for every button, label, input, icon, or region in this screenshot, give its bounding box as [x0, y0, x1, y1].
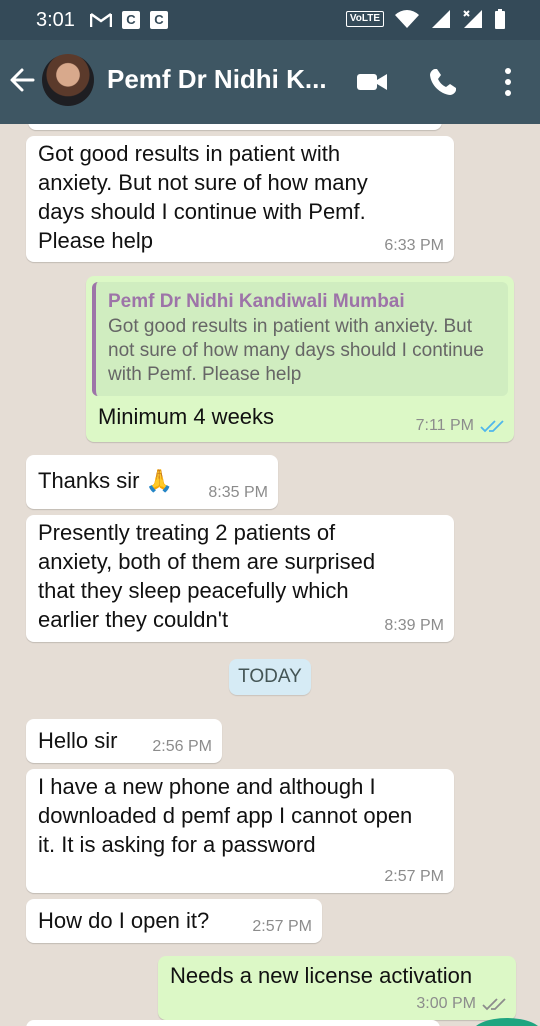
message-text: Needs a new license activation — [170, 963, 473, 988]
message-bubble-incoming[interactable]: Thanks sir 🙏 8:35 PM — [26, 455, 278, 509]
avatar[interactable] — [42, 54, 94, 106]
message-time: 2:57 PM — [384, 868, 444, 885]
video-call-icon[interactable] — [355, 65, 389, 99]
message-bubble-outgoing[interactable]: Needs a new license activation 3:00 PM — [158, 956, 516, 1020]
chat-header: Pemf Dr Nidhi K... — [0, 40, 540, 124]
message-bubble-incoming[interactable]: How do I open it? 2:57 PM — [26, 899, 322, 943]
message-text: Got good results in patient with anxiety… — [38, 141, 368, 253]
message-time: 7:11 PM — [415, 417, 474, 434]
message-time: 2:57 PM — [252, 918, 312, 935]
message-time: 3:00 PM — [416, 995, 476, 1012]
message-time: 8:39 PM — [384, 617, 444, 634]
message-time: 8:35 PM — [208, 484, 268, 501]
message-text: Presently treating 2 patients of anxiety… — [38, 520, 376, 632]
read-ticks-icon — [480, 420, 504, 433]
message-bubble-incoming[interactable]: I have a new phone and although I downlo… — [26, 769, 454, 893]
message-bubble-incoming[interactable]: Presently treating 2 patients of anxiety… — [26, 515, 454, 642]
message-text: Hello sir — [38, 728, 118, 753]
quoted-message[interactable]: Pemf Dr Nidhi Kandiwali Mumbai Got good … — [92, 282, 508, 396]
wifi-icon — [395, 10, 419, 28]
battery-icon — [495, 9, 505, 29]
volte-badge: VoLTE — [345, 11, 384, 27]
message-text: How do I open it? — [38, 908, 210, 933]
date-divider: TODAY — [229, 659, 311, 695]
back-arrow-icon[interactable] — [8, 66, 36, 94]
message-bubble-outgoing[interactable]: Pemf Dr Nidhi Kandiwali Mumbai Got good … — [86, 276, 514, 442]
c-icon: C — [122, 11, 140, 29]
delivered-ticks-icon — [482, 998, 506, 1011]
phone-call-icon[interactable] — [426, 65, 460, 99]
c-icon: C — [150, 11, 168, 29]
quoted-sender: Pemf Dr Nidhi Kandiwali Mumbai — [108, 291, 405, 312]
status-time: 3:01 — [36, 9, 75, 31]
message-bubble-partial — [28, 124, 442, 130]
gmail-icon — [90, 12, 112, 27]
status-left-icons: C C — [90, 11, 168, 29]
message-list[interactable]: Got good results in patient with anxiety… — [0, 124, 540, 1026]
message-bubble-incoming[interactable]: Got good results in patient with anxiety… — [26, 136, 454, 262]
message-time: 2:56 PM — [152, 738, 212, 755]
signal-icon — [432, 10, 450, 28]
message-bubble-incoming[interactable]: Hello sir 2:56 PM — [26, 719, 222, 763]
message-text: I have a new phone and although I downlo… — [38, 774, 413, 857]
contact-name[interactable]: Pemf Dr Nidhi K... — [107, 64, 327, 95]
message-text: Thanks sir 🙏 — [38, 468, 173, 493]
message-text: Minimum 4 weeks — [98, 404, 275, 429]
status-right-icons: VoLTE — [345, 9, 506, 29]
status-bar: 3:01 C C VoLTE — [0, 0, 540, 40]
message-bubble-partial — [26, 1020, 440, 1026]
more-options-icon[interactable] — [494, 65, 528, 99]
message-time: 6:33 PM — [384, 237, 444, 254]
quoted-text: Got good results in patient with anxiety… — [108, 316, 485, 385]
signal-icon — [463, 10, 482, 28]
